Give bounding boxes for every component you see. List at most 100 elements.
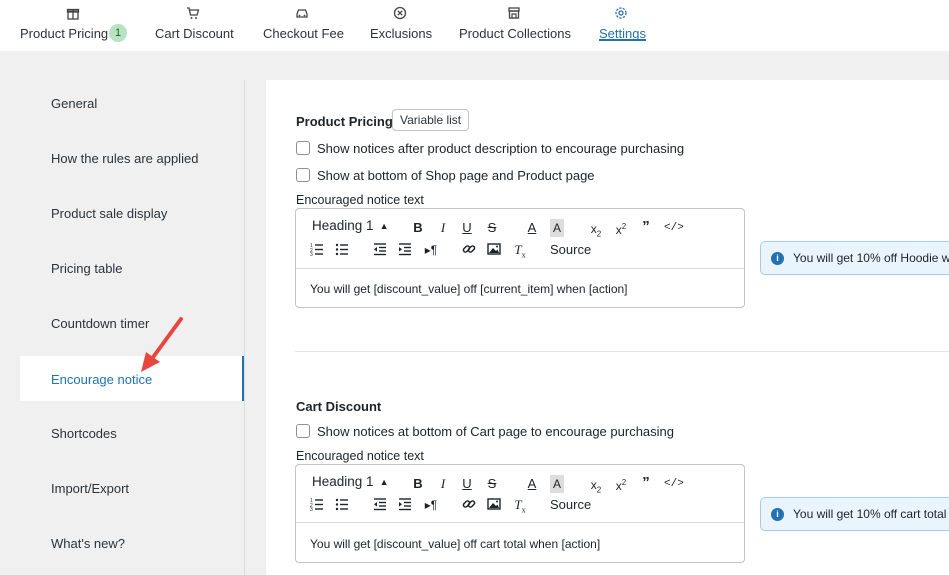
clear-format-icon[interactable]: Tx [513, 241, 527, 260]
indent-icon[interactable] [398, 497, 412, 511]
strikethrough-icon[interactable]: S [486, 219, 498, 237]
section-title-cart-discount: Cart Discount [296, 399, 382, 414]
bold-icon[interactable]: B [412, 475, 424, 493]
tab-exclusions[interactable]: Exclusions [370, 0, 433, 51]
svg-text:3: 3 [310, 252, 313, 256]
subscript-icon[interactable]: x2 [588, 476, 604, 494]
cart-icon [187, 7, 200, 19]
notice-preview-text: You will get 10% off cart total w [793, 507, 949, 521]
top-navigation: Product Pricing 1 Cart Discount Checkout… [0, 0, 949, 51]
sidebar-item-pricing-table[interactable]: Pricing table [20, 245, 244, 290]
text-color-icon[interactable]: A [526, 219, 538, 237]
sidebar-item-label: General [51, 96, 98, 111]
sidebar-item-label: Import/Export [51, 481, 130, 496]
settings-sidebar: General How the rules are applied Produc… [20, 80, 245, 575]
tab-settings[interactable]: Settings [599, 0, 646, 51]
code-icon[interactable]: </> [664, 475, 684, 493]
text-direction-icon[interactable]: ▸¶ [423, 241, 439, 259]
editor-toolbar: Heading 1 ▲ B I U S A A x2 x2 ” </> 123 ▸… [296, 465, 744, 523]
checkbox-label: Show notices after product description t… [317, 141, 685, 156]
editor-toolbar: Heading 1 ▲ B I U S A A x2 x2 ” </> 123 ▸… [296, 209, 744, 269]
rich-text-editor[interactable]: Heading 1 ▲ B I U S A A x2 x2 ” </> 123 ▸… [295, 464, 745, 563]
variable-list-button[interactable]: Variable list [392, 109, 470, 131]
strikethrough-icon[interactable]: S [486, 475, 498, 493]
heading-select[interactable]: Heading 1 ▲ [312, 218, 388, 233]
sidebar-item-general[interactable]: General [20, 80, 244, 125]
bullet-list-icon[interactable] [335, 497, 349, 511]
sidebar-item-encourage-notice[interactable]: Encourage notice [20, 356, 244, 401]
sidebar-item-label: How the rules are applied [51, 151, 199, 166]
link-icon[interactable] [462, 497, 476, 511]
sidebar-item-import-export[interactable]: Import/Export [20, 465, 244, 510]
italic-icon[interactable]: I [437, 219, 449, 237]
blockquote-icon[interactable]: ” [639, 218, 653, 236]
text-direction-icon[interactable]: ▸¶ [423, 496, 439, 514]
circle-x-icon [393, 6, 407, 20]
sidebar-item-whats-new[interactable]: What's new? [20, 520, 244, 565]
source-button[interactable]: Source [550, 241, 592, 259]
text-color-icon[interactable]: A [526, 475, 538, 493]
tab-label: Exclusions [370, 26, 433, 41]
editor-content[interactable]: You will get [discount_value] off [curre… [310, 282, 628, 296]
link-icon[interactable] [462, 242, 476, 256]
bold-icon[interactable]: B [412, 219, 424, 237]
tab-product-pricing[interactable]: Product Pricing 1 [20, 0, 128, 51]
underline-icon[interactable]: U [461, 219, 473, 237]
numbered-list-icon[interactable]: 123 [310, 497, 324, 511]
checkbox[interactable] [296, 424, 310, 438]
numbered-list-icon[interactable]: 123 [310, 242, 324, 256]
heading-select-value: Heading 1 [312, 218, 374, 233]
info-icon: i [771, 508, 784, 521]
sidebar-item-rules-applied[interactable]: How the rules are applied [20, 135, 244, 180]
italic-icon[interactable]: I [437, 475, 449, 493]
checkbox-label: Show at bottom of Shop page and Product … [317, 168, 595, 183]
notice-preview-product: i You will get 10% off Hoodie w [760, 241, 949, 275]
annotation-arrow [141, 317, 183, 372]
clear-format-icon[interactable]: Tx [513, 496, 527, 515]
image-icon[interactable] [487, 242, 501, 256]
tab-cart-discount[interactable]: Cart Discount [155, 0, 235, 51]
rich-text-editor[interactable]: Heading 1 ▲ B I U S A A x2 x2 ” </> 123 ▸… [295, 208, 745, 308]
section-divider [295, 351, 949, 352]
background-color-icon[interactable]: A [550, 475, 564, 493]
checkbox[interactable] [296, 168, 310, 182]
checkbox-shop-bottom[interactable]: Show at bottom of Shop page and Product … [296, 168, 606, 184]
superscript-icon[interactable]: x2 [613, 474, 629, 493]
subscript-icon[interactable]: x2 [588, 220, 604, 238]
settings-content: Product Pricing Variable list Show notic… [266, 80, 949, 575]
tab-label: Checkout Fee [263, 26, 344, 41]
source-button[interactable]: Source [550, 496, 592, 514]
field-label: Encouraged notice text [296, 449, 424, 463]
checkbox[interactable] [296, 141, 310, 155]
sidebar-item-label: Product sale display [51, 206, 168, 221]
image-icon[interactable] [487, 497, 501, 511]
bullet-list-icon[interactable] [335, 242, 349, 256]
checkbox-after-description[interactable]: Show notices after product description t… [296, 141, 696, 157]
sidebar-item-shortcodes[interactable]: Shortcodes [20, 410, 244, 455]
outdent-icon[interactable] [373, 497, 387, 511]
superscript-icon[interactable]: x2 [613, 218, 629, 237]
heading-select[interactable]: Heading 1 ▲ [312, 474, 388, 489]
notice-preview-text: You will get 10% off Hoodie w [793, 251, 949, 265]
editor-content[interactable]: You will get [discount_value] off cart t… [310, 537, 600, 551]
sidebar-item-sale-display[interactable]: Product sale display [20, 190, 244, 235]
tab-label: Product Pricing [20, 26, 109, 41]
outdent-icon[interactable] [373, 242, 387, 256]
indent-icon[interactable] [398, 242, 412, 256]
checkbox-cart-bottom[interactable]: Show notices at bottom of Cart page to e… [296, 424, 686, 440]
tab-label: Product Collections [459, 26, 571, 41]
blockquote-icon[interactable]: ” [639, 474, 653, 492]
gift-icon [66, 8, 80, 20]
section-title-product-pricing: Product Pricing [296, 114, 393, 129]
active-tab-indicator [599, 39, 646, 41]
gear-icon [615, 7, 627, 19]
svg-text:3: 3 [310, 507, 313, 511]
sidebar-item-countdown-timer[interactable]: Countdown timer [20, 300, 244, 345]
underline-icon[interactable]: U [461, 475, 473, 493]
field-label: Encouraged notice text [296, 193, 424, 207]
tab-product-collections[interactable]: Product Collections [459, 0, 571, 51]
background-color-icon[interactable]: A [550, 219, 564, 237]
tab-checkout-fee[interactable]: Checkout Fee [263, 0, 344, 51]
checkbox-label: Show notices at bottom of Cart page to e… [317, 424, 674, 439]
code-icon[interactable]: </> [664, 219, 684, 237]
